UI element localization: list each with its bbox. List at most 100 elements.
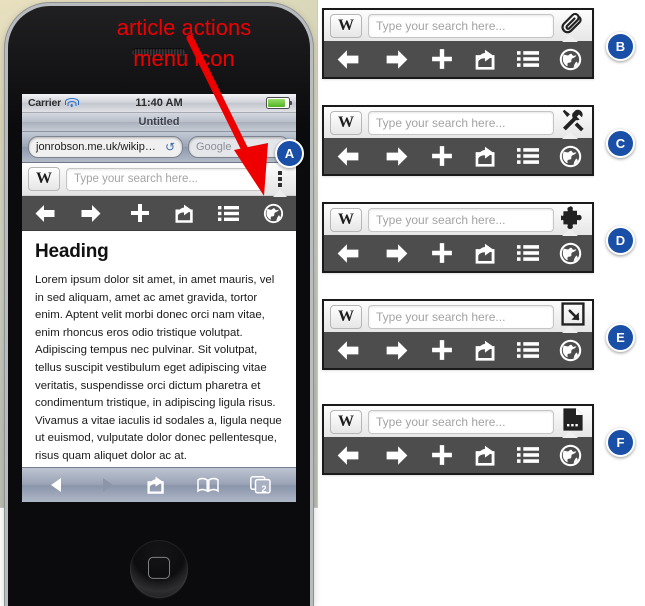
variant-panel-d: W Type your search here... (322, 202, 594, 273)
home-button-square (148, 556, 170, 579)
browser-url-bar: jonrobson.me.uk/wikip… ↻ Google (22, 132, 296, 163)
globe-icon[interactable] (549, 438, 592, 472)
share-icon[interactable] (162, 196, 206, 230)
plus-icon[interactable] (421, 438, 464, 472)
callout-badge-e: E (606, 323, 635, 352)
book-icon[interactable] (196, 468, 219, 502)
plus-icon[interactable] (421, 139, 464, 173)
variant-search-input[interactable]: Type your search here... (368, 13, 554, 38)
back-arrow-icon[interactable] (324, 42, 372, 76)
back-arrow-icon[interactable] (324, 236, 372, 270)
safari-bottom-toolbar: 2 (22, 467, 296, 502)
share-icon[interactable] (464, 236, 507, 270)
article-content: Heading Lorem ipsum dolor sit amet, in a… (22, 231, 296, 495)
wikipedia-logo[interactable]: W (330, 304, 362, 329)
home-button[interactable] (130, 540, 188, 598)
variant-toolbar (324, 431, 592, 473)
callout-badge-f: F (606, 428, 635, 457)
callout-badge-c: C (606, 129, 635, 158)
variant-chrome: W Type your search here... (322, 404, 594, 475)
variant-search-bar: W Type your search here... (324, 301, 592, 332)
forward-arrow-icon[interactable] (372, 333, 420, 367)
plus-icon[interactable] (421, 42, 464, 76)
forward-arrow-icon[interactable] (372, 139, 420, 173)
toolbar-caret (562, 431, 578, 438)
tabs-icon[interactable]: 2 (249, 468, 271, 502)
callout-badge-a: A (275, 139, 304, 168)
tabs-count: 2 (261, 484, 267, 494)
share-icon[interactable] (464, 139, 507, 173)
screenshot-root: article actions menu icon Carrier 11:40 … (0, 0, 645, 606)
share-icon[interactable] (146, 468, 166, 502)
toolbar-caret (562, 132, 578, 139)
variant-search-placeholder: Type your search here... (376, 115, 506, 130)
variant-search-bar: W Type your search here... (324, 204, 592, 235)
variant-panel-e: W Type your search here... (322, 299, 594, 370)
share-icon[interactable] (464, 438, 507, 472)
back-arrow-icon[interactable] (324, 438, 372, 472)
plus-icon[interactable] (421, 333, 464, 367)
variant-search-input[interactable]: Type your search here... (368, 207, 554, 232)
share-icon[interactable] (464, 333, 507, 367)
wikipedia-logo[interactable]: W (28, 167, 60, 191)
back-arrow-icon[interactable] (22, 196, 68, 230)
globe-icon[interactable] (549, 42, 592, 76)
globe-icon[interactable] (250, 196, 296, 230)
toolbar-caret (562, 35, 578, 42)
back-arrow-icon[interactable] (324, 139, 372, 173)
url-text: jonrobson.me.uk/wikip… (36, 141, 156, 153)
wiki-toolbar (22, 190, 296, 231)
browser-search-placeholder: Google (196, 141, 232, 153)
wikipedia-logo[interactable]: W (330, 110, 362, 135)
variant-search-input[interactable]: Type your search here... (368, 409, 554, 434)
list-icon[interactable] (506, 139, 549, 173)
variant-toolbar (324, 35, 592, 77)
forward-arrow-icon[interactable] (68, 196, 114, 230)
wikipedia-logo[interactable]: W (330, 13, 362, 38)
forward-arrow-icon[interactable] (372, 42, 420, 76)
wikipedia-logo[interactable]: W (330, 207, 362, 232)
variant-panel-b: W Type your search here... (322, 8, 594, 79)
plus-icon[interactable] (421, 236, 464, 270)
wiki-search-bar: W Type your search here... (22, 163, 296, 196)
share-icon[interactable] (464, 42, 507, 76)
back-arrow-icon[interactable] (324, 333, 372, 367)
variant-search-placeholder: Type your search here... (376, 309, 506, 324)
kebab-menu-icon (278, 171, 282, 187)
globe-icon[interactable] (549, 139, 592, 173)
wikipedia-logo[interactable]: W (330, 409, 362, 434)
variant-search-placeholder: Type your search here... (376, 212, 506, 227)
list-icon[interactable] (506, 236, 549, 270)
variant-toolbar (324, 229, 592, 271)
ios-status-bar: Carrier 11:40 AM (22, 94, 296, 113)
toolbar-caret (562, 326, 578, 333)
annotation-line-2: menu icon (133, 46, 235, 71)
variant-search-input[interactable]: Type your search here... (368, 304, 554, 329)
plus-icon[interactable] (118, 196, 162, 230)
iphone-device: article actions menu icon Carrier 11:40 … (8, 6, 310, 606)
list-icon[interactable] (206, 196, 250, 230)
wiki-search-input[interactable]: Type your search here... (66, 167, 264, 191)
url-input[interactable]: jonrobson.me.uk/wikip… ↻ (28, 136, 183, 158)
callout-badge-b: B (606, 32, 635, 61)
toolbar-caret (273, 190, 287, 197)
reload-icon[interactable]: ↻ (165, 140, 175, 154)
variant-chrome: W Type your search here... (322, 8, 594, 79)
back-triangle-icon[interactable] (48, 468, 66, 502)
globe-icon[interactable] (549, 333, 592, 367)
list-icon[interactable] (506, 333, 549, 367)
list-icon[interactable] (506, 438, 549, 472)
variant-chrome: W Type your search here... (322, 299, 594, 370)
forward-arrow-icon[interactable] (372, 438, 420, 472)
article-actions-menu-button[interactable] (270, 171, 290, 187)
forward-arrow-icon[interactable] (372, 236, 420, 270)
variant-search-bar: W Type your search here... (324, 406, 592, 437)
list-icon[interactable] (506, 42, 549, 76)
annotation-line-1: article actions (116, 15, 252, 40)
globe-icon[interactable] (549, 236, 592, 270)
variant-panel-f: W Type your search here... (322, 404, 594, 475)
variant-toolbar (324, 326, 592, 368)
article-body: Lorem ipsum dolor sit amet, in amet maur… (35, 274, 282, 462)
variant-search-input[interactable]: Type your search here... (368, 110, 554, 135)
variant-list: W Type your search here... B W Type your sea… (318, 0, 645, 600)
